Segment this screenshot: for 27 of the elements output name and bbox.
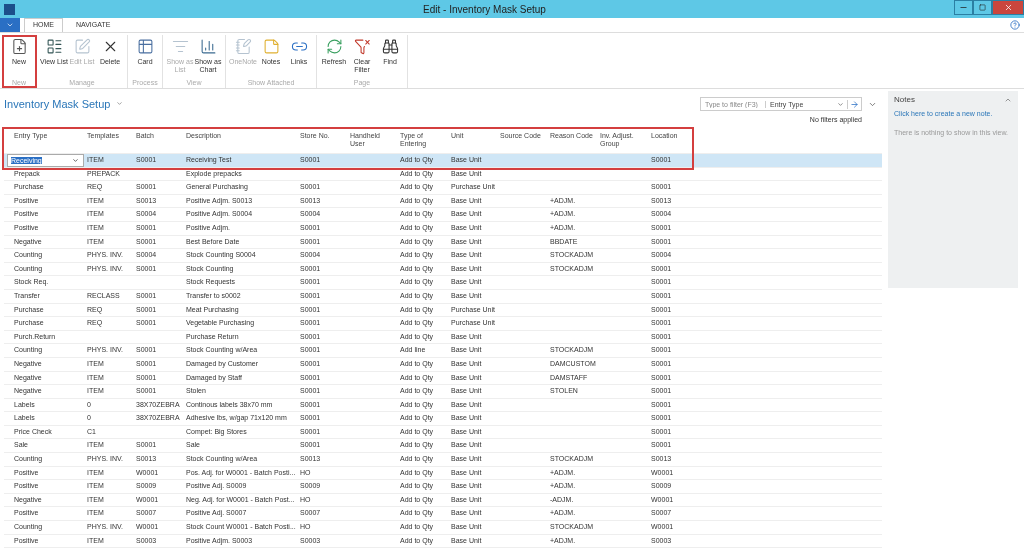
card-icon (136, 38, 154, 55)
close-icon (1003, 3, 1013, 12)
caret-icon (837, 100, 844, 108)
clear-filter-icon (353, 38, 371, 55)
page-title: Inventory Mask Setup (4, 98, 111, 110)
arrow-right-icon (850, 99, 859, 109)
list-window-icon (45, 38, 63, 55)
caret-icon (6, 21, 14, 29)
maximize-button[interactable] (973, 0, 992, 15)
chart-icon (199, 38, 217, 55)
notebook-icon (234, 38, 252, 55)
help-icon[interactable] (1010, 20, 1020, 30)
notes-title: Notes (894, 95, 915, 104)
refresh-icon (325, 38, 343, 55)
caret-icon[interactable] (116, 100, 124, 107)
minimize-button[interactable] (954, 0, 973, 15)
maximize-icon (979, 4, 986, 11)
list-view-icon (171, 38, 189, 55)
edit-list-icon (73, 38, 91, 55)
caret-icon (72, 156, 79, 164)
app-menu-button[interactable] (0, 18, 20, 32)
sticky-note-icon (262, 38, 280, 55)
new-document-icon (10, 38, 28, 55)
binoculars-icon (381, 38, 399, 55)
app-icon (4, 3, 15, 15)
window-title: Edit - Inventory Mask Setup (422, 3, 547, 15)
apply-filter-button[interactable] (847, 99, 861, 109)
